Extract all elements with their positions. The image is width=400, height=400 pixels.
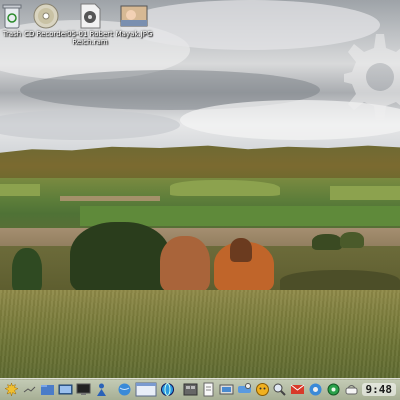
tree <box>340 232 364 248</box>
chat-button[interactable] <box>254 381 270 398</box>
messenger-button[interactable] <box>236 381 252 398</box>
tray-globe-button[interactable] <box>308 381 324 398</box>
window-2-icon <box>183 383 198 396</box>
desktop-switch-icon <box>24 386 36 393</box>
editor-icon <box>203 382 214 397</box>
messenger-icon <box>237 383 251 393</box>
cd-recorder-icon <box>33 3 59 29</box>
web-button[interactable] <box>159 381 175 398</box>
window-1-icon <box>135 382 157 397</box>
monitor-button[interactable] <box>76 381 92 398</box>
desktop-icon-image-file[interactable]: Mayak.JPG <box>106 2 162 38</box>
chat-icon <box>255 383 269 396</box>
network-button[interactable] <box>218 381 234 398</box>
monitor-icon <box>76 383 91 395</box>
file-manager-button[interactable] <box>40 381 56 398</box>
music-file-icon <box>80 3 101 29</box>
search-button[interactable] <box>272 381 288 398</box>
field <box>0 184 40 196</box>
window-preview-button[interactable] <box>135 381 157 398</box>
tray-cog-icon <box>327 383 340 396</box>
desktop-icon-label: Mayak.JPG <box>115 30 153 38</box>
tray-cog-button[interactable] <box>326 381 342 398</box>
terminal-icon <box>58 384 73 395</box>
tree <box>70 222 170 294</box>
start-menu-button[interactable] <box>4 381 20 398</box>
clock[interactable]: 9:48 <box>361 383 396 396</box>
editor-button[interactable] <box>201 381 217 398</box>
web-icon <box>160 383 174 396</box>
network-icon <box>219 384 234 395</box>
grass-texture <box>0 290 400 380</box>
tree <box>12 248 42 293</box>
tree <box>230 238 252 262</box>
field <box>330 186 400 200</box>
file-manager-icon <box>41 385 55 395</box>
start-menu-icon <box>4 382 20 397</box>
tree <box>160 236 210 292</box>
terminal-button[interactable] <box>58 381 74 398</box>
field <box>60 196 160 201</box>
tray-network-button[interactable] <box>344 381 360 398</box>
user-icon <box>96 383 106 396</box>
search-icon <box>273 383 287 396</box>
mail-button[interactable] <box>290 381 306 398</box>
show-desktop-button[interactable] <box>22 381 38 398</box>
taskbar: 9:48 <box>0 378 400 400</box>
browser-icon <box>118 383 131 396</box>
image-file-icon <box>120 5 148 27</box>
window-2-button[interactable] <box>183 381 199 398</box>
gear-watermark-icon <box>344 34 400 120</box>
browser-button[interactable] <box>117 381 133 398</box>
tray-network-icon <box>345 385 358 395</box>
tray-globe-icon <box>309 383 322 396</box>
field <box>170 180 280 196</box>
desktop-wallpaper[interactable] <box>0 0 400 400</box>
mail-icon <box>291 384 305 394</box>
tree <box>312 234 342 250</box>
user-button[interactable] <box>93 381 109 398</box>
